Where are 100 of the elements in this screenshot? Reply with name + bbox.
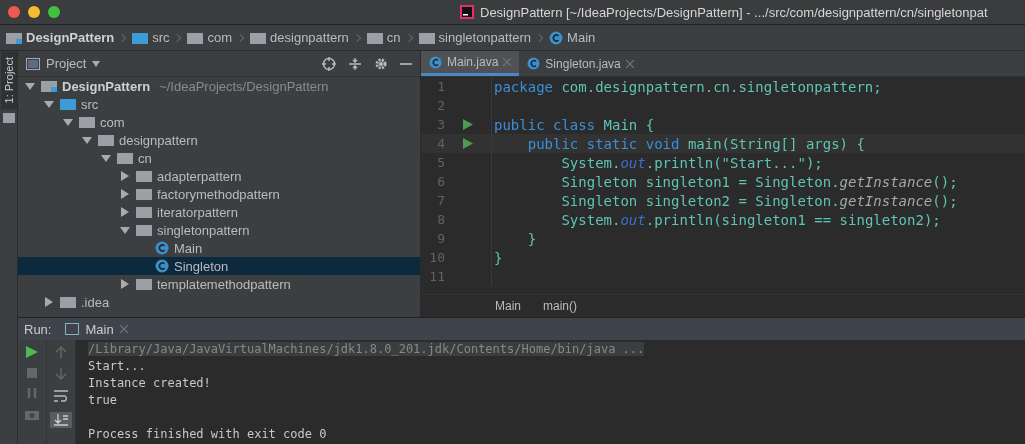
run-icon[interactable] [463, 119, 473, 130]
expand-arrow-icon[interactable] [120, 189, 130, 199]
app-icon [460, 5, 474, 19]
breadcrumb-item[interactable]: designpattern [250, 30, 349, 45]
breadcrumb-item[interactable]: Main [549, 30, 596, 45]
collapse-icon[interactable] [348, 56, 362, 71]
expand-arrow-icon[interactable] [63, 117, 73, 127]
folder-icon [60, 296, 76, 308]
line-number: 6 [436, 174, 445, 189]
tree-item[interactable]: factorymethodpattern [18, 185, 420, 203]
code-line: public static void main(String[] args) { [526, 135, 865, 152]
run-icon[interactable] [463, 138, 473, 149]
project-tool-tab[interactable]: 1: Project [0, 51, 17, 110]
folder-icon [136, 206, 152, 218]
close-button[interactable] [8, 6, 20, 18]
console-output: Process finished with exit code 0 [88, 426, 327, 441]
run-tab[interactable]: Main [65, 321, 128, 337]
window-title: DesignPattern [~/IdeaProjects/DesignPattern] - .../src/com/designpattern/cn/singletonpat [480, 4, 988, 20]
folder-icon [366, 31, 383, 44]
folder-icon [187, 31, 204, 44]
code-line: Singleton singleton2 = Singleton.getInstance(); [560, 192, 958, 209]
folder-icon [136, 224, 152, 236]
line-number: 9 [436, 231, 445, 246]
class-icon [429, 55, 442, 69]
tree-item[interactable]: designpattern [18, 131, 420, 149]
folder-icon [98, 134, 114, 146]
line-number: 8 [436, 212, 445, 227]
tree-item[interactable]: .idea [18, 293, 420, 311]
class-icon [549, 30, 564, 45]
tree-item[interactable]: singletonpattern [18, 221, 420, 239]
tree-item[interactable]: Main [18, 239, 420, 257]
run-label: Run: [24, 321, 52, 337]
line-number: 10 [428, 250, 445, 265]
code-line: public class Main { [494, 116, 655, 133]
breadcrumb-item[interactable]: singletonpattern [418, 30, 532, 45]
line-number: 7 [436, 193, 445, 208]
code-line: System.out.println(singleton1 == singleton2); [560, 211, 941, 228]
breadcrumb-item[interactable]: com [187, 30, 233, 45]
tree-item[interactable]: Singleton [18, 257, 420, 275]
minimize-button[interactable] [28, 6, 40, 18]
tree-item[interactable]: com [18, 113, 420, 131]
line-number: 1 [436, 79, 445, 94]
console-output: Start... [88, 358, 146, 373]
tree-item[interactable]: DesignPattern ~/IdeaProjects/DesignPattern [18, 77, 420, 95]
class-icon [155, 259, 169, 273]
run-icon[interactable] [26, 346, 38, 358]
editor-tab[interactable]: Main.java [421, 51, 520, 76]
window-icon [26, 57, 40, 70]
folder-icon [79, 116, 95, 128]
line-number: 11 [428, 269, 445, 284]
breadcrumb-item[interactable]: Main [495, 299, 521, 313]
breadcrumb-item[interactable]: cn [366, 30, 401, 45]
settings-icon[interactable] [374, 56, 388, 71]
folder-icon [60, 98, 76, 110]
folder-icon [6, 31, 22, 44]
console-output: Instance created! [88, 375, 211, 390]
target-icon[interactable] [322, 56, 336, 71]
tree-item[interactable]: cn [18, 149, 420, 167]
class-icon [155, 241, 169, 255]
breadcrumb-item[interactable]: DesignPattern [6, 30, 115, 45]
class-icon [527, 57, 541, 70]
code-line: package com.designpattern.cn.singletonpattern; [494, 78, 882, 95]
expand-arrow-icon[interactable] [101, 153, 111, 163]
line-number: 3 [436, 117, 445, 132]
expand-arrow-icon[interactable] [120, 279, 130, 289]
expand-arrow-icon[interactable] [120, 171, 130, 181]
expand-arrow-icon[interactable] [44, 297, 54, 307]
expand-arrow-icon[interactable] [120, 225, 130, 235]
expand-arrow-icon[interactable] [82, 135, 92, 145]
view-dropdown[interactable]: Project [26, 56, 101, 71]
code-line: } [526, 230, 537, 247]
soft-wrap-icon[interactable] [54, 390, 68, 402]
breadcrumb-item[interactable]: src [132, 30, 170, 45]
line-number: 5 [436, 155, 445, 170]
breadcrumb-item[interactable]: main() [543, 299, 578, 313]
expand-arrow-icon[interactable] [25, 81, 35, 91]
folder-icon [136, 170, 152, 182]
code-line: System.out.println("Start..."); [560, 154, 823, 171]
folder-icon[interactable] [2, 113, 15, 124]
folder-icon [41, 80, 57, 92]
folder-icon [136, 188, 152, 200]
dropdown-caret-icon [92, 60, 101, 67]
folder-icon [117, 152, 133, 164]
expand-arrow-icon[interactable] [120, 207, 130, 217]
console-output: true [88, 392, 117, 407]
folder-icon [136, 278, 152, 290]
folder-icon [418, 31, 435, 44]
editor-tab[interactable]: Singleton.java [519, 51, 642, 76]
close-icon[interactable] [625, 59, 634, 68]
tree-item[interactable]: src [18, 95, 420, 113]
expand-arrow-icon[interactable] [44, 99, 54, 109]
tree-item[interactable]: templatemethodpattern [18, 275, 420, 293]
zoom-button[interactable] [48, 6, 60, 18]
console-icon [65, 323, 80, 335]
folder-icon [250, 31, 267, 44]
line-number: 2 [436, 98, 445, 113]
tree-item[interactable]: iteratorpattern [18, 203, 420, 221]
scroll-to-end-button[interactable] [50, 412, 72, 428]
tree-item[interactable]: adapterpattern [18, 167, 420, 185]
folder-icon [132, 31, 149, 44]
